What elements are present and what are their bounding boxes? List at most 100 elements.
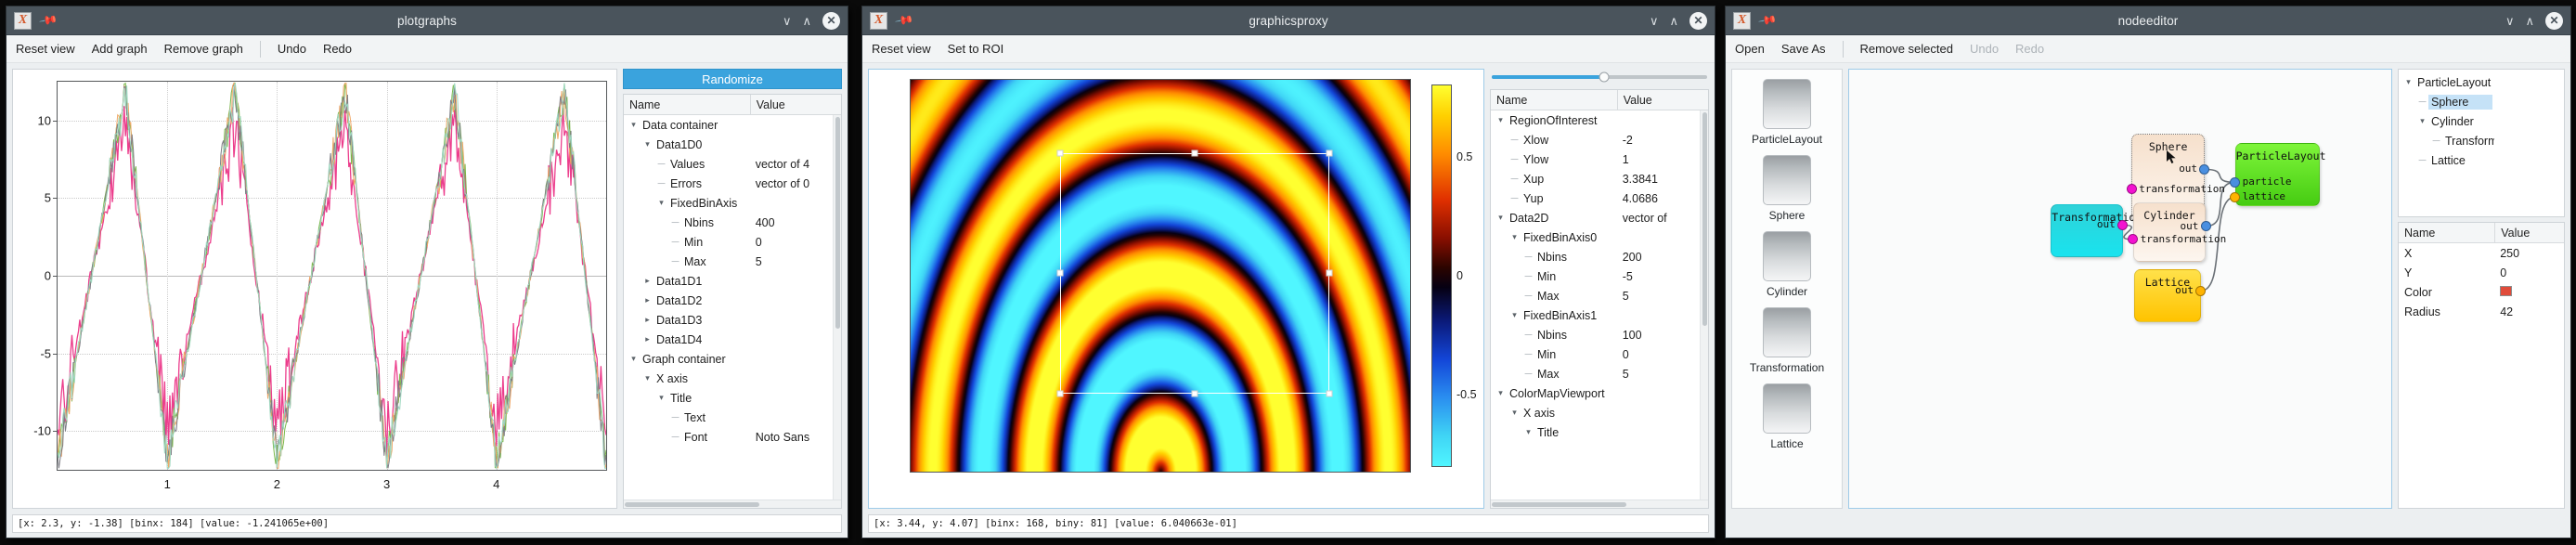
tree-row-value[interactable]: 5 [1617,368,1708,381]
maximize-icon[interactable]: ∧ [2525,15,2534,27]
minimize-icon[interactable]: ∨ [783,15,792,27]
input-port-transformation[interactable] [2126,184,2137,195]
property-row[interactable]: Radius 42 [2399,302,2564,321]
tree-row[interactable]: ▾ Title [624,388,841,408]
property-row[interactable]: Color [2399,282,2564,302]
tree-row[interactable]: ─ Text [624,408,841,427]
tree-row-value[interactable]: 0 [1617,348,1708,361]
palette-item-transformation[interactable]: Transformation [1732,307,1842,374]
property-value[interactable] [2494,285,2564,299]
tree-horizontal-scrollbar[interactable] [624,500,841,508]
remove-graph-button[interactable]: Remove graph [164,42,243,56]
output-port-out[interactable] [2200,221,2211,232]
titlebar-plotgraphs[interactable]: X 📌 plotgraphs ∨ ∧ ✕ [6,6,848,35]
tree-row[interactable]: ▸ Data1D3 [624,310,841,330]
chevron-down-icon[interactable]: ▾ [655,393,667,403]
tree-row-value[interactable]: -5 [1617,270,1708,283]
titlebar-graphicsproxy[interactable]: X 📌 graphicsproxy ∨ ∧ ✕ [862,6,1715,35]
reset-view-button[interactable]: Reset view [16,42,75,56]
chevron-down-icon[interactable]: ▾ [641,139,654,149]
property-row[interactable]: Y0 [2399,263,2564,282]
tree-row[interactable]: ▾ Data container [624,115,841,135]
chevron-down-icon[interactable]: ▾ [628,120,640,130]
property-value[interactable]: 0 [2494,266,2564,279]
roi-resize-handle[interactable] [1056,269,1064,277]
chevron-down-icon[interactable]: ▾ [628,354,640,364]
tree-row[interactable]: ▾ X axis [1491,403,1708,422]
tree-row[interactable]: ▾ Data2D vector of [1491,208,1708,227]
palette-item-cylinder[interactable]: Cylinder [1732,231,1842,298]
property-row[interactable]: X 250 [2399,243,2564,263]
tree-row[interactable]: ─ Ylow 1 [1491,149,1708,169]
plot-area[interactable]: 10 5 0 -5 -10 1 2 3 4 [33,81,607,491]
tree-row[interactable]: ─ Nbins 200 [1491,247,1708,266]
tree-vertical-scrollbar[interactable] [1700,110,1708,500]
tree-row-value[interactable]: vector of 4 [750,158,841,171]
tree-row[interactable]: ─ Max 5 [624,252,841,271]
graph-canvas[interactable]: 10 5 0 -5 -10 1 2 3 4 [12,69,617,509]
set-to-roi-button[interactable]: Set to ROI [948,42,1004,56]
property-table[interactable]: Name Value X 250 Y 0 Color Radius 42 [2398,222,2565,509]
tree-horizontal-scrollbar[interactable] [1491,500,1708,508]
tree-row[interactable]: ▾ FixedBinAxis1 [1491,305,1708,325]
tree-row[interactable]: ▸ Data1D1 [624,271,841,291]
tree-body[interactable]: ▾ RegionOfInterest ─ Xlow -2 ─ Ylow 1 ─ Xup 3.3841… [1491,110,1708,500]
tree-row-value[interactable]: 1 [1617,153,1708,166]
chevron-right-icon[interactable]: ▸ [641,315,654,325]
slider-knob[interactable] [1599,71,1610,83]
tree-row-value[interactable]: 4.0686 [1617,192,1708,205]
slider-track[interactable] [1492,71,1707,83]
tree-row[interactable]: ▸ Data1D4 [624,330,841,349]
randomize-button[interactable]: Randomize [623,69,842,89]
chevron-down-icon[interactable]: ▾ [2416,116,2428,126]
tree-row[interactable]: ─ Max 5 [1491,286,1708,305]
close-icon[interactable]: ✕ [822,11,840,30]
tree-row[interactable]: ─ Max 5 [1491,364,1708,383]
node-palette[interactable]: ParticleLayout Sphere Cylinder Transformati… [1731,69,1843,509]
pin-icon[interactable]: 📌 [1757,10,1778,31]
tree-row[interactable]: ─ Nbins 100 [1491,325,1708,344]
roi-resize-handle[interactable] [1191,149,1198,157]
tree-row[interactable]: ▾ ParticleLayout [2399,72,2564,92]
pin-icon[interactable]: 📌 [894,10,914,31]
tree-row-value[interactable]: Noto Sans [750,431,841,444]
tree-row[interactable]: ─ Values vector of 4 [624,154,841,174]
chevron-down-icon[interactable]: ▾ [1495,388,1507,398]
tree-row[interactable]: ─ Transformation [2399,131,2564,150]
window-graphicsproxy[interactable]: X 📌 graphicsproxy ∨ ∧ ✕ Reset view Set t… [861,6,1715,539]
input-port-particle[interactable] [2230,176,2241,188]
maximize-icon[interactable]: ∧ [1669,15,1678,27]
tree-row-value[interactable]: 200 [1617,251,1708,264]
open-button[interactable]: Open [1735,42,1765,56]
property-value[interactable]: 250 [2494,247,2564,260]
remove-selected-button[interactable]: Remove selected [1860,42,1953,56]
property-table-body[interactable]: X 250 Y 0 Color Radius 42 [2399,243,2564,321]
chevron-down-icon[interactable]: ▾ [1495,115,1507,125]
graphicsproxy-property-tree[interactable]: Name Value ▾ RegionOfInterest ─ Xlow -2 ─ Ylow… [1490,89,1709,509]
roi-resize-handle[interactable] [1326,269,1333,277]
tree-row[interactable]: ─ Font Noto Sans [624,427,841,447]
region-of-interest-rect[interactable] [1060,152,1330,394]
minimize-icon[interactable]: ∨ [2505,15,2515,27]
close-icon[interactable]: ✕ [1689,11,1707,30]
minimize-icon[interactable]: ∨ [1650,15,1659,27]
chevron-down-icon[interactable]: ▾ [1495,213,1507,223]
tree-row-value[interactable]: vector of 0 [750,177,841,190]
tree-row-value[interactable]: 3.3841 [1617,173,1708,186]
color-swatch[interactable] [2500,285,2513,296]
tree-row[interactable]: ▾ Graph container [624,349,841,369]
chevron-down-icon[interactable]: ▾ [1522,427,1534,437]
tree-row[interactable]: ▾ Cylinder [2399,111,2564,131]
tree-row[interactable]: ─ Min 0 [624,232,841,252]
input-port-lattice[interactable] [2230,191,2241,202]
chevron-right-icon[interactable]: ▸ [641,334,654,344]
tree-row-value[interactable]: vector of [1617,212,1708,225]
colormap-canvas[interactable]: 01234-4-2024 0.5 0 -0.5 [868,69,1484,509]
chevron-down-icon[interactable]: ▾ [655,198,667,208]
tree-row-value[interactable]: -2 [1617,134,1708,147]
roi-resize-handle[interactable] [1056,390,1064,397]
reset-view-button[interactable]: Reset view [872,42,931,56]
close-icon[interactable]: ✕ [2545,11,2563,30]
tree-row[interactable]: ▾ ColorMapViewport [1491,383,1708,403]
roi-resize-handle[interactable] [1056,149,1064,157]
